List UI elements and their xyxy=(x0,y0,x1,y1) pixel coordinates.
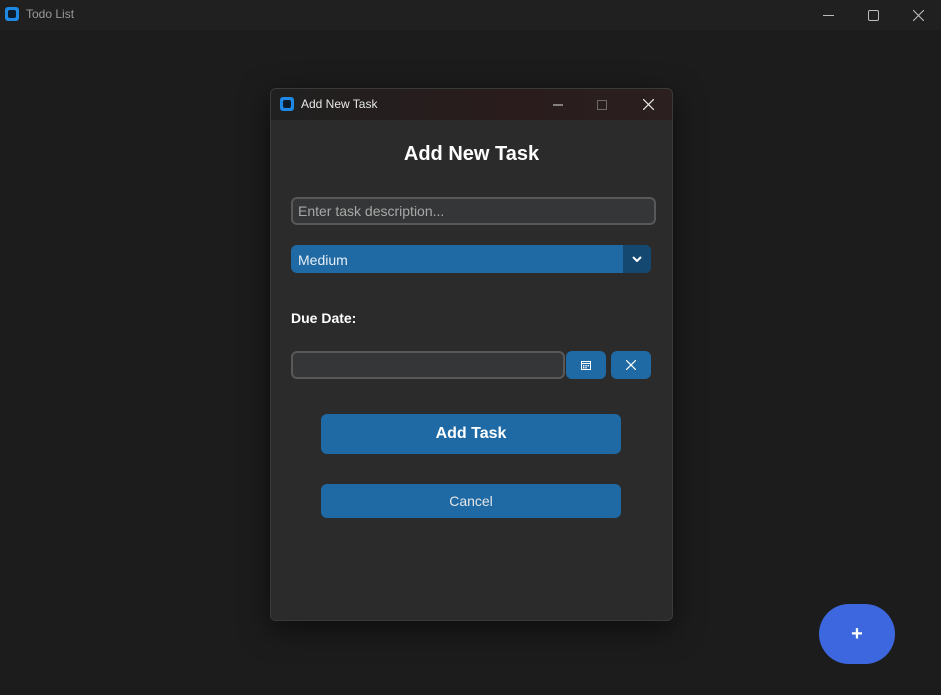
dialog-titlebar: Add New Task xyxy=(271,89,672,120)
dialog-heading: Add New Task xyxy=(403,143,540,165)
due-date-label: Due Date: xyxy=(291,310,357,326)
maximize-icon xyxy=(867,9,879,21)
add-task-button[interactable]: Add Task xyxy=(321,414,621,454)
add-task-dialog: Add New Task Add New Task Medium Due Dat… xyxy=(270,88,673,621)
calendar-icon xyxy=(581,361,591,370)
close-icon xyxy=(626,360,636,370)
app-icon xyxy=(280,97,294,111)
minimize-icon xyxy=(822,14,834,16)
chevron-down-icon xyxy=(632,256,642,262)
plus-icon: + xyxy=(851,622,863,645)
task-description-input[interactable] xyxy=(291,197,656,225)
dialog-close-button[interactable] xyxy=(626,89,670,120)
priority-dropdown-arrow[interactable] xyxy=(623,245,651,273)
dialog-minimize-button[interactable] xyxy=(536,89,580,120)
minimize-icon xyxy=(553,104,563,105)
calendar-button[interactable] xyxy=(566,351,606,379)
minimize-button[interactable] xyxy=(805,0,851,30)
dialog-title: Add New Task xyxy=(301,97,378,111)
cancel-button[interactable]: Cancel xyxy=(321,484,621,518)
due-date-input[interactable] xyxy=(291,351,565,379)
dialog-maximize-button[interactable] xyxy=(580,89,624,120)
close-button[interactable] xyxy=(895,0,941,30)
maximize-button[interactable] xyxy=(850,0,896,30)
priority-dropdown[interactable]: Medium xyxy=(291,245,651,273)
maximize-icon xyxy=(597,99,607,110)
window-title: Todo List xyxy=(26,7,75,21)
main-titlebar: Todo List xyxy=(0,0,941,30)
app-icon xyxy=(5,7,19,21)
close-icon xyxy=(642,99,654,110)
priority-selected-value: Medium xyxy=(298,252,348,268)
clear-date-button[interactable] xyxy=(611,351,651,379)
add-task-fab[interactable]: + xyxy=(819,604,895,664)
close-icon xyxy=(912,9,924,21)
